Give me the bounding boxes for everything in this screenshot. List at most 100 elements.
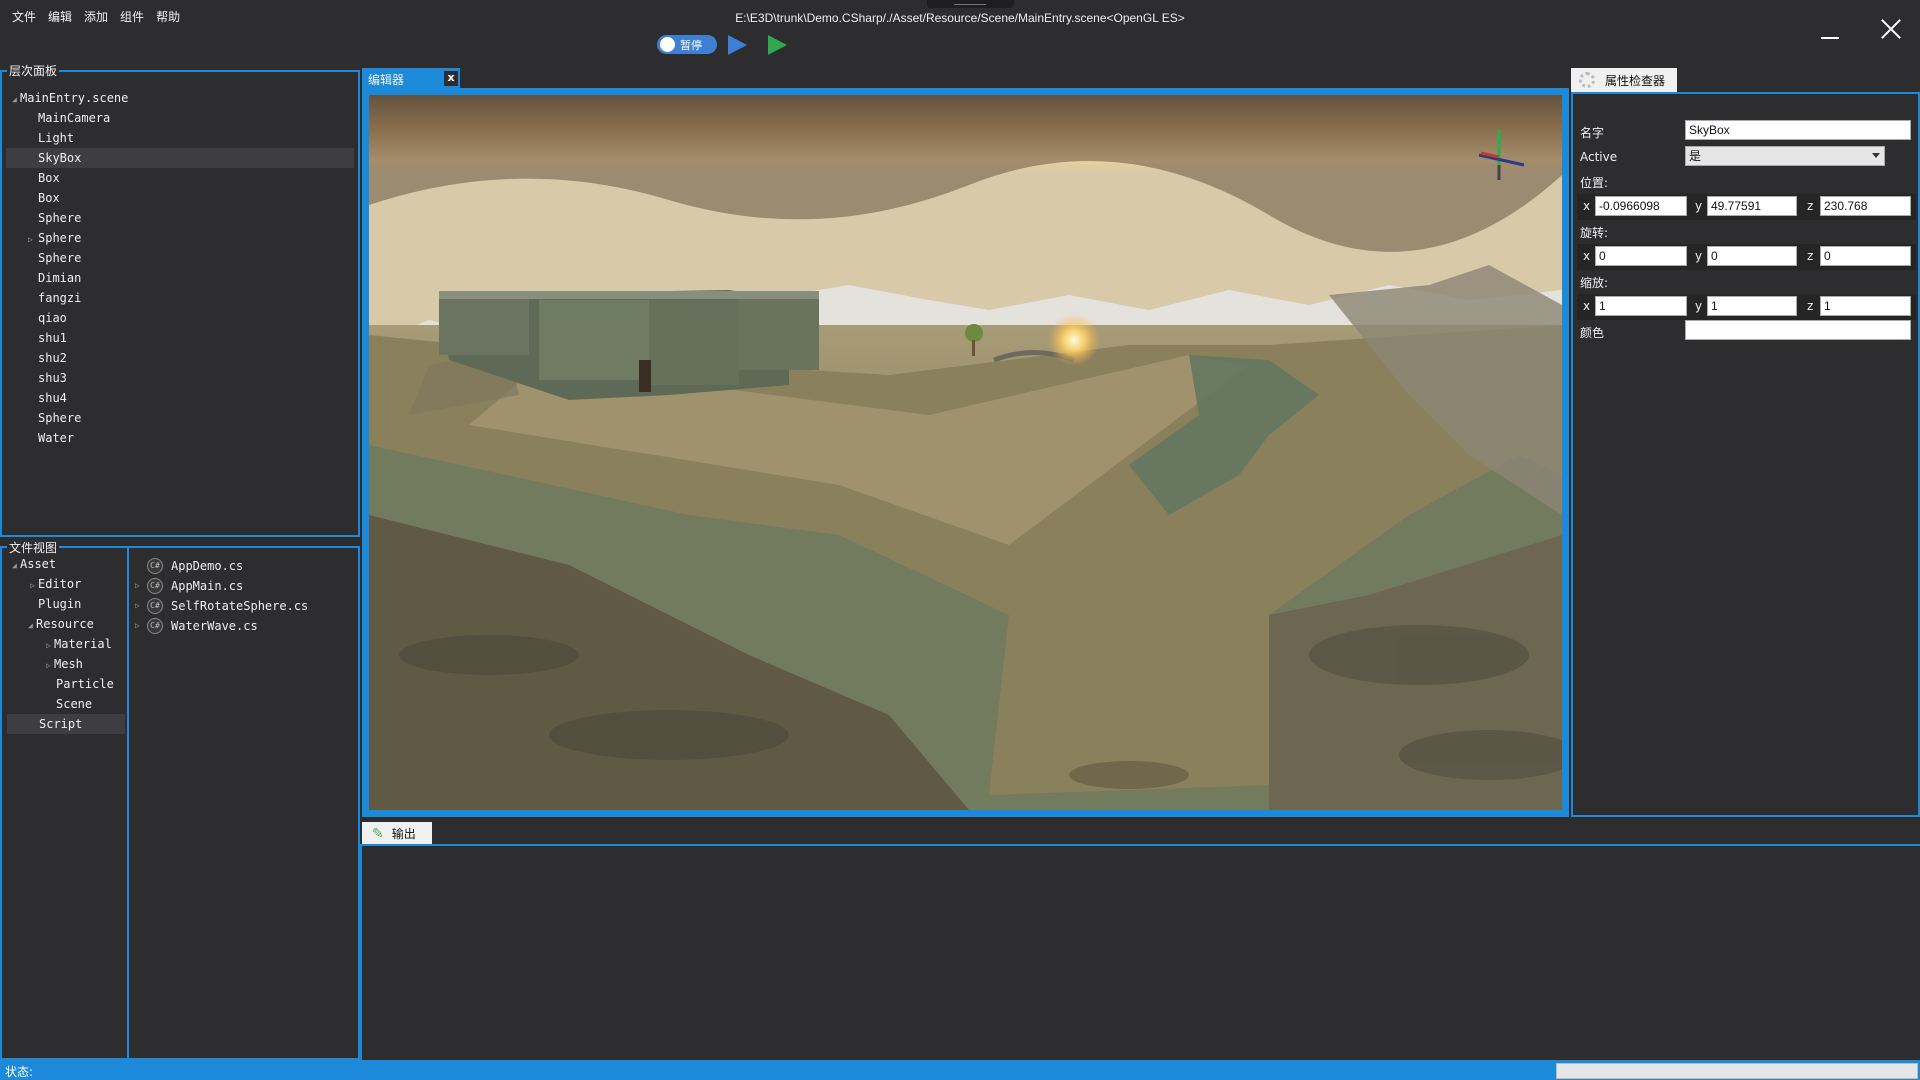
folder-label: Plugin (38, 597, 82, 611)
tree-item[interactable]: Dimian (2, 268, 358, 288)
tree-item-label: shu2 (38, 351, 67, 365)
active-select[interactable]: 是 (1685, 146, 1885, 166)
color-field[interactable] (1685, 320, 1911, 340)
tree-item[interactable]: shu2 (2, 348, 358, 368)
tree-item[interactable]: shu4 (2, 388, 358, 408)
folder-asset[interactable]: ◢ Asset (2, 554, 127, 574)
tree-item-label: Water (38, 431, 75, 445)
collapsed-icon[interactable]: ▷ (28, 230, 36, 250)
tree-item[interactable]: Sphere (2, 408, 358, 428)
expand-icon[interactable]: ◢ (28, 616, 36, 636)
axis-z-label: z (1807, 299, 1814, 313)
tree-item[interactable]: Sphere (2, 208, 358, 228)
tree-item[interactable]: shu1 (2, 328, 358, 348)
file-item[interactable]: ▷ C# WaterWave.cs (135, 616, 308, 636)
folder-scene[interactable]: Scene (2, 694, 127, 714)
bottom-area (360, 968, 1920, 1060)
pause-toggle[interactable]: 暂停 (657, 35, 717, 54)
tree-item[interactable]: qiao (2, 308, 358, 328)
collapsed-icon[interactable]: ▷ (135, 576, 143, 596)
output-panel (360, 844, 1920, 970)
expand-icon[interactable]: ◢ (12, 90, 20, 110)
folder-plugin[interactable]: Plugin (2, 594, 127, 614)
scale-x-field[interactable]: 1 (1595, 296, 1687, 316)
gear-icon (1579, 72, 1595, 88)
tree-item[interactable]: Water (2, 428, 358, 448)
rotation-y-field[interactable]: 0 (1707, 246, 1797, 266)
file-item[interactable]: ▷ C# AppMain.cs (135, 576, 308, 596)
close-icon[interactable] (1880, 18, 1902, 40)
tree-item[interactable]: Sphere (2, 248, 358, 268)
prop-active: Active 是 (1577, 146, 1916, 168)
collapsed-icon[interactable]: ▷ (46, 656, 54, 676)
tab-editor-label: 编辑器 (368, 73, 405, 87)
collapsed-icon[interactable]: ▷ (135, 616, 143, 636)
file-list: C# AppDemo.cs ▷ C# AppMain.cs ▷ C# SelfRotate… (135, 556, 308, 636)
tree-item-label: Sphere (38, 231, 82, 245)
tree-root[interactable]: ◢ MainEntry.scene (2, 88, 358, 108)
prop-rotation-label: 旋转: (1580, 226, 1609, 240)
file-label: SelfRotateSphere.cs (171, 599, 309, 613)
tree-item-label: Light (38, 131, 75, 145)
rotation-vector: x 0 y 0 z 0 (1577, 244, 1916, 270)
tab-inspector[interactable]: 属性检查器 (1571, 68, 1677, 92)
tab-close-button[interactable]: x (444, 71, 458, 86)
tree-item-label: Box (38, 191, 60, 205)
expand-icon[interactable]: ◢ (12, 556, 20, 576)
toggle-knob (660, 37, 675, 52)
file-view-divider[interactable] (127, 548, 129, 1058)
tree-item[interactable]: shu3 (2, 368, 358, 388)
axis-y-label: y (1695, 199, 1703, 213)
csharp-file-icon: C# (147, 618, 163, 634)
tree-item-label: Sphere (38, 251, 82, 265)
hierarchy-tree: ◢ MainEntry.scene MainCamera Light SkyBox… (2, 88, 358, 448)
file-item[interactable]: C# AppDemo.cs (135, 556, 308, 576)
tree-item[interactable]: MainCamera (2, 108, 358, 128)
folder-resource[interactable]: ◢ Resource (2, 614, 127, 634)
folder-editor[interactable]: ▷ Editor (2, 574, 127, 594)
name-field[interactable]: SkyBox (1685, 120, 1911, 140)
tab-inspector-label: 属性检查器 (1605, 73, 1666, 88)
tab-editor[interactable]: 编辑器 x (362, 68, 460, 88)
status-label: 状态: (5, 1065, 34, 1079)
axis-x-label: x (1583, 199, 1591, 213)
scale-vector: x 1 y 1 z 1 (1577, 294, 1916, 320)
collapsed-icon[interactable]: ▷ (30, 576, 38, 596)
prop-color: 颜色 (1577, 320, 1916, 342)
folder-material[interactable]: ▷ Material (2, 634, 127, 654)
tree-item-label: shu1 (38, 331, 67, 345)
tree-item[interactable]: Box (2, 168, 358, 188)
rotation-z-field[interactable]: 0 (1820, 246, 1911, 266)
rotation-x-field[interactable]: 0 (1595, 246, 1687, 266)
scene-viewport[interactable] (369, 95, 1562, 810)
csharp-file-icon: C# (147, 598, 163, 614)
scale-y-field[interactable]: 1 (1707, 296, 1797, 316)
tree-item[interactable]: Light (2, 128, 358, 148)
folder-label: Mesh (54, 657, 83, 671)
tree-item[interactable]: ▷ Sphere (2, 228, 358, 248)
prop-name-label: 名字 (1580, 126, 1605, 140)
folder-particle[interactable]: Particle (2, 674, 127, 694)
progress-bar (1556, 1063, 1918, 1079)
collapsed-icon[interactable]: ▷ (135, 596, 143, 616)
prop-scale-label: 缩放: (1580, 276, 1609, 290)
minimize-icon[interactable] (1821, 24, 1843, 40)
folder-script-selected[interactable]: Script (7, 714, 125, 734)
play-icon[interactable] (728, 35, 747, 55)
position-x-field[interactable]: -0.0966098 (1595, 196, 1687, 216)
folder-mesh[interactable]: ▷ Mesh (2, 654, 127, 674)
prop-active-label: Active (1580, 150, 1618, 164)
collapsed-icon[interactable]: ▷ (46, 636, 54, 656)
file-item[interactable]: ▷ C# SelfRotateSphere.cs (135, 596, 308, 616)
position-y-field[interactable]: 49.77591 (1707, 196, 1797, 216)
position-z-field[interactable]: 230.768 (1820, 196, 1911, 216)
tree-item-label: Dimian (38, 271, 82, 285)
tab-output[interactable]: ✎ 输出 (362, 822, 432, 845)
run-icon[interactable] (768, 35, 787, 55)
tree-item[interactable]: Box (2, 188, 358, 208)
status-bar: 状态: (0, 1060, 1920, 1080)
scale-z-field[interactable]: 1 (1820, 296, 1911, 316)
tree-item-selected[interactable]: SkyBox (6, 148, 354, 168)
tree-item[interactable]: fangzi (2, 288, 358, 308)
axis-z-label: z (1807, 249, 1814, 263)
